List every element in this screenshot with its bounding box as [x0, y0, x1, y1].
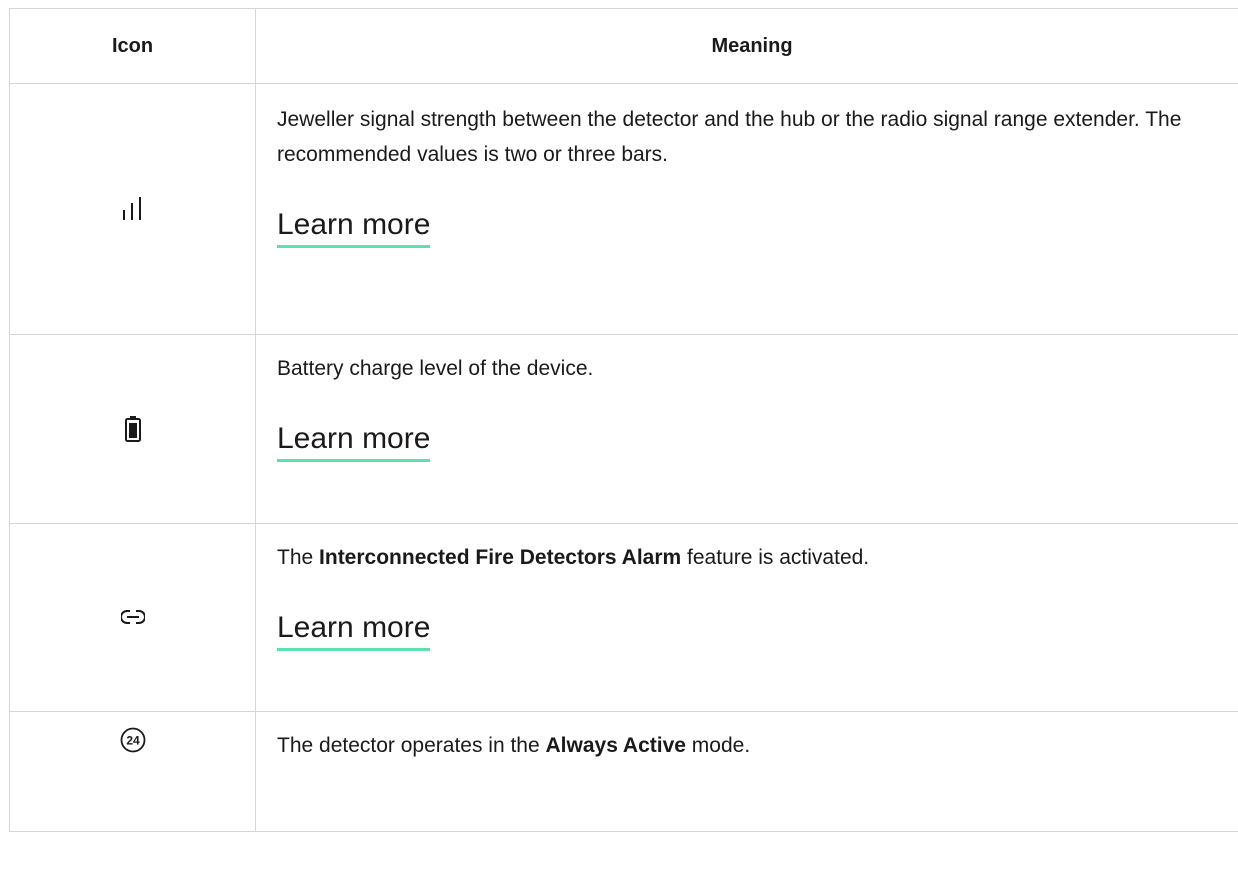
- interconnected-feature-name: Interconnected Fire Detectors Alarm: [319, 546, 682, 569]
- icon-cell: [9, 523, 256, 712]
- battery-icon: [124, 416, 141, 442]
- always-active-24-icon: 24: [120, 727, 146, 753]
- learn-more-link-signal[interactable]: Learn more: [277, 206, 431, 248]
- battery-description: Battery charge level of the device.: [277, 357, 594, 380]
- icon-column-header: Icon: [9, 8, 256, 84]
- link-icon: [120, 609, 145, 626]
- icon-cell: [9, 83, 256, 335]
- icon-cell: 24: [9, 711, 256, 832]
- table-row: 24 The detector operates in the Always A…: [9, 711, 1238, 832]
- table-row: The Interconnected Fire Detectors Alarm …: [9, 523, 1238, 712]
- meaning-column-header: Meaning: [255, 8, 1238, 84]
- table-row: Battery charge level of the device. Lear…: [9, 334, 1238, 524]
- learn-more-link-interconnected[interactable]: Learn more: [277, 609, 431, 651]
- meaning-cell: Jeweller signal strength between the det…: [255, 83, 1238, 335]
- interconnected-description: The Interconnected Fire Detectors Alarm …: [277, 546, 870, 569]
- signal-strength-description: Jeweller signal strength between the det…: [277, 108, 1182, 166]
- icon-cell: [9, 334, 256, 524]
- always-active-icon-label: 24: [126, 734, 140, 748]
- signal-strength-icon: [122, 197, 144, 220]
- meaning-cell: The detector operates in the Always Acti…: [255, 711, 1238, 832]
- meaning-cell: Battery charge level of the device. Lear…: [255, 334, 1238, 524]
- table-row: Jeweller signal strength between the det…: [9, 83, 1238, 335]
- always-active-description: The detector operates in the Always Acti…: [277, 734, 751, 757]
- meaning-cell: The Interconnected Fire Detectors Alarm …: [255, 523, 1238, 712]
- table-header-row: Icon Meaning: [9, 8, 1238, 84]
- icon-meaning-table: Icon Meaning Jeweller signal strength be…: [9, 8, 1238, 832]
- always-active-mode-name: Always Active: [545, 734, 686, 757]
- learn-more-link-battery[interactable]: Learn more: [277, 420, 431, 462]
